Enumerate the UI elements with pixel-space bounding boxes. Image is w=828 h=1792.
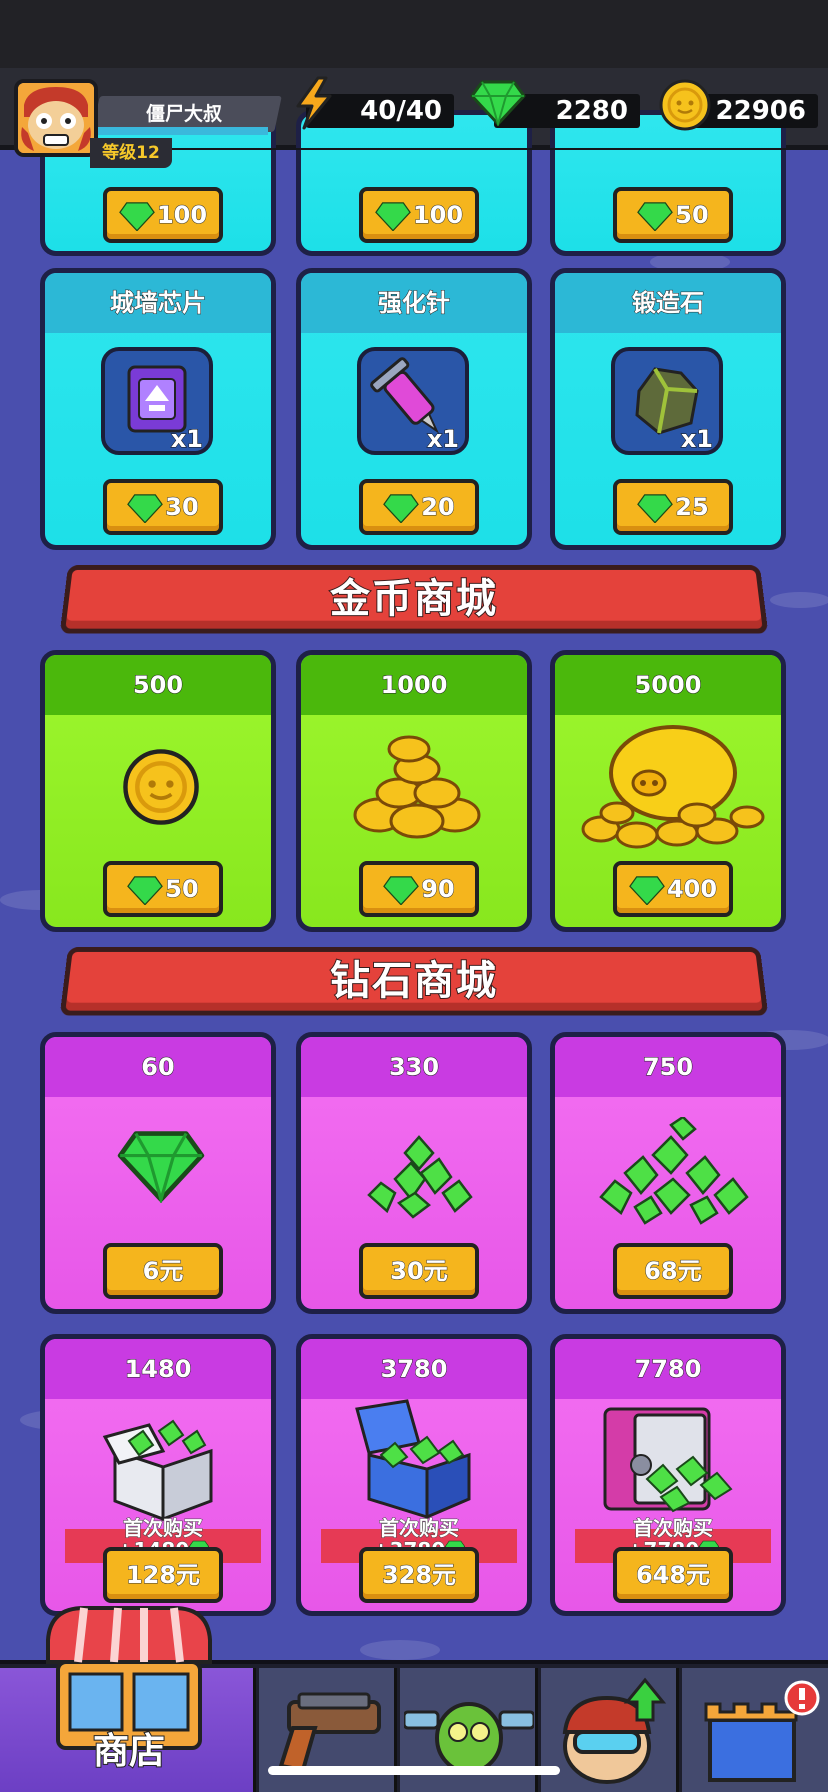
price-value: 100 bbox=[156, 201, 208, 230]
item-frame: x1 bbox=[357, 347, 469, 455]
gold-pack-500[interactable]: 500 50 bbox=[40, 650, 276, 932]
coin-pile-icon bbox=[353, 735, 481, 839]
price-button[interactable]: 50 bbox=[613, 187, 733, 243]
pack-amount: 5000 bbox=[555, 655, 781, 715]
pack-amount: 60 bbox=[45, 1037, 271, 1097]
gem-big-pile-icon bbox=[599, 1117, 749, 1225]
price-button[interactable]: 328元 bbox=[359, 1547, 479, 1603]
item-quantity: x1 bbox=[680, 425, 713, 454]
gem-icon bbox=[375, 202, 411, 231]
gem-icon bbox=[127, 876, 164, 905]
price-button[interactable]: 128元 bbox=[103, 1547, 223, 1603]
price-value: 400 bbox=[666, 875, 718, 904]
pack-amount: 500 bbox=[45, 655, 271, 715]
price-value: 25 bbox=[675, 493, 709, 522]
zombie-face-icon bbox=[18, 83, 94, 153]
item-frame: x1 bbox=[611, 347, 723, 455]
pack-amount: 330 bbox=[301, 1037, 527, 1097]
nav-tab-upgrade[interactable] bbox=[541, 1668, 679, 1792]
gem-icon bbox=[383, 876, 420, 905]
item-title: 锻造石 bbox=[555, 273, 781, 333]
item-title: 强化针 bbox=[301, 273, 527, 333]
gem-icon bbox=[119, 202, 155, 231]
gun-icon bbox=[278, 1692, 381, 1773]
coin-icon bbox=[659, 79, 711, 131]
pack-amount: 3780 bbox=[301, 1339, 527, 1399]
gem-shop-banner: 钻石商城 bbox=[59, 946, 769, 1016]
shop-card-syringe[interactable]: 强化针 x1 20 bbox=[296, 268, 532, 550]
gem-icon bbox=[117, 1131, 205, 1203]
gem-pack-7780[interactable]: 7780 首次购买 +7780 648元 bbox=[550, 1334, 786, 1616]
item-quantity: x1 bbox=[170, 425, 203, 454]
gold-pack-5000[interactable]: 5000 400 bbox=[550, 650, 786, 932]
player-name: 僵尸大叔 bbox=[145, 103, 222, 125]
gold-shop-banner: 金币商城 bbox=[59, 564, 769, 634]
gem-shop-title: 钻石商城 bbox=[329, 957, 498, 1005]
gem-icon bbox=[127, 494, 164, 523]
pack-amount: 1000 bbox=[301, 655, 527, 715]
pack-amount: 7780 bbox=[555, 1339, 781, 1399]
status-bar bbox=[0, 0, 828, 68]
item-quantity: x1 bbox=[426, 425, 459, 454]
nav-tab-castle[interactable] bbox=[682, 1668, 828, 1792]
price-value: 30 bbox=[165, 493, 199, 522]
price-button[interactable]: 100 bbox=[103, 187, 223, 243]
gem-safe-icon bbox=[603, 1407, 733, 1513]
nav-shop-label: 商店 bbox=[92, 1730, 166, 1773]
price-button[interactable]: 648元 bbox=[613, 1547, 733, 1603]
price-button[interactable]: 20 bbox=[359, 479, 479, 535]
first-purchase-label: 首次购买 bbox=[379, 1516, 460, 1540]
hero-upgrade-icon bbox=[562, 1677, 667, 1784]
price-button[interactable]: 400 bbox=[613, 861, 733, 917]
price-value: 50 bbox=[165, 875, 199, 904]
gem-icon bbox=[637, 494, 674, 523]
gem-pack-3780[interactable]: 3780 首次购买 +3780 328元 bbox=[296, 1334, 532, 1616]
home-indicator bbox=[268, 1766, 560, 1775]
price-button[interactable]: 100 bbox=[359, 187, 479, 243]
gem-pile-icon bbox=[367, 1135, 473, 1219]
gem-chest-icon bbox=[355, 1399, 471, 1520]
shop-card-wall-chip[interactable]: 城墙芯片 x1 30 bbox=[40, 268, 276, 550]
gold-pack-1000[interactable]: 1000 90 bbox=[296, 650, 532, 932]
shop-card-top-2[interactable]: 100 bbox=[296, 110, 532, 256]
gem-pack-1480[interactable]: 1480 首次购买 +1480 128元 bbox=[40, 1334, 276, 1616]
price-value: 50 bbox=[675, 201, 709, 230]
shop-card-forge-stone[interactable]: 锻造石 x1 25 bbox=[550, 268, 786, 550]
gem-box-icon bbox=[102, 1419, 213, 1521]
first-purchase-label: 首次购买 bbox=[633, 1516, 714, 1540]
player-level: 等级12 bbox=[90, 138, 172, 168]
price-value: 90 bbox=[421, 875, 455, 904]
gem-pack-330[interactable]: 330 30元 bbox=[296, 1032, 532, 1314]
castle-icon bbox=[704, 1680, 820, 1782]
gem-icon bbox=[629, 876, 665, 905]
player-avatar[interactable] bbox=[14, 79, 98, 157]
price-button[interactable]: 25 bbox=[613, 479, 733, 535]
price-button[interactable]: 30元 bbox=[359, 1243, 479, 1299]
gem-icon bbox=[470, 80, 526, 126]
price-button[interactable]: 30 bbox=[103, 479, 223, 535]
gem-pack-750[interactable]: 750 68元 bbox=[550, 1032, 786, 1314]
price-button[interactable]: 90 bbox=[359, 861, 479, 917]
gem-icon bbox=[637, 202, 674, 231]
gold-piggy-icon bbox=[581, 725, 765, 849]
lightning-icon bbox=[296, 76, 332, 130]
gem-pack-60[interactable]: 60 6元 bbox=[40, 1032, 276, 1314]
pack-amount: 1480 bbox=[45, 1339, 271, 1399]
price-button[interactable]: 50 bbox=[103, 861, 223, 917]
pack-amount: 750 bbox=[555, 1037, 781, 1097]
price-value: 20 bbox=[421, 493, 455, 522]
gold-shop-title: 金币商城 bbox=[329, 575, 498, 623]
price-button[interactable]: 6元 bbox=[103, 1243, 223, 1299]
gem-icon bbox=[383, 494, 420, 523]
first-purchase-label: 首次购买 bbox=[123, 1516, 204, 1540]
item-title: 城墙芯片 bbox=[45, 273, 271, 333]
price-button[interactable]: 68元 bbox=[613, 1243, 733, 1299]
item-frame: x1 bbox=[101, 347, 213, 455]
coin-icon bbox=[123, 749, 199, 825]
price-value: 100 bbox=[412, 201, 464, 230]
